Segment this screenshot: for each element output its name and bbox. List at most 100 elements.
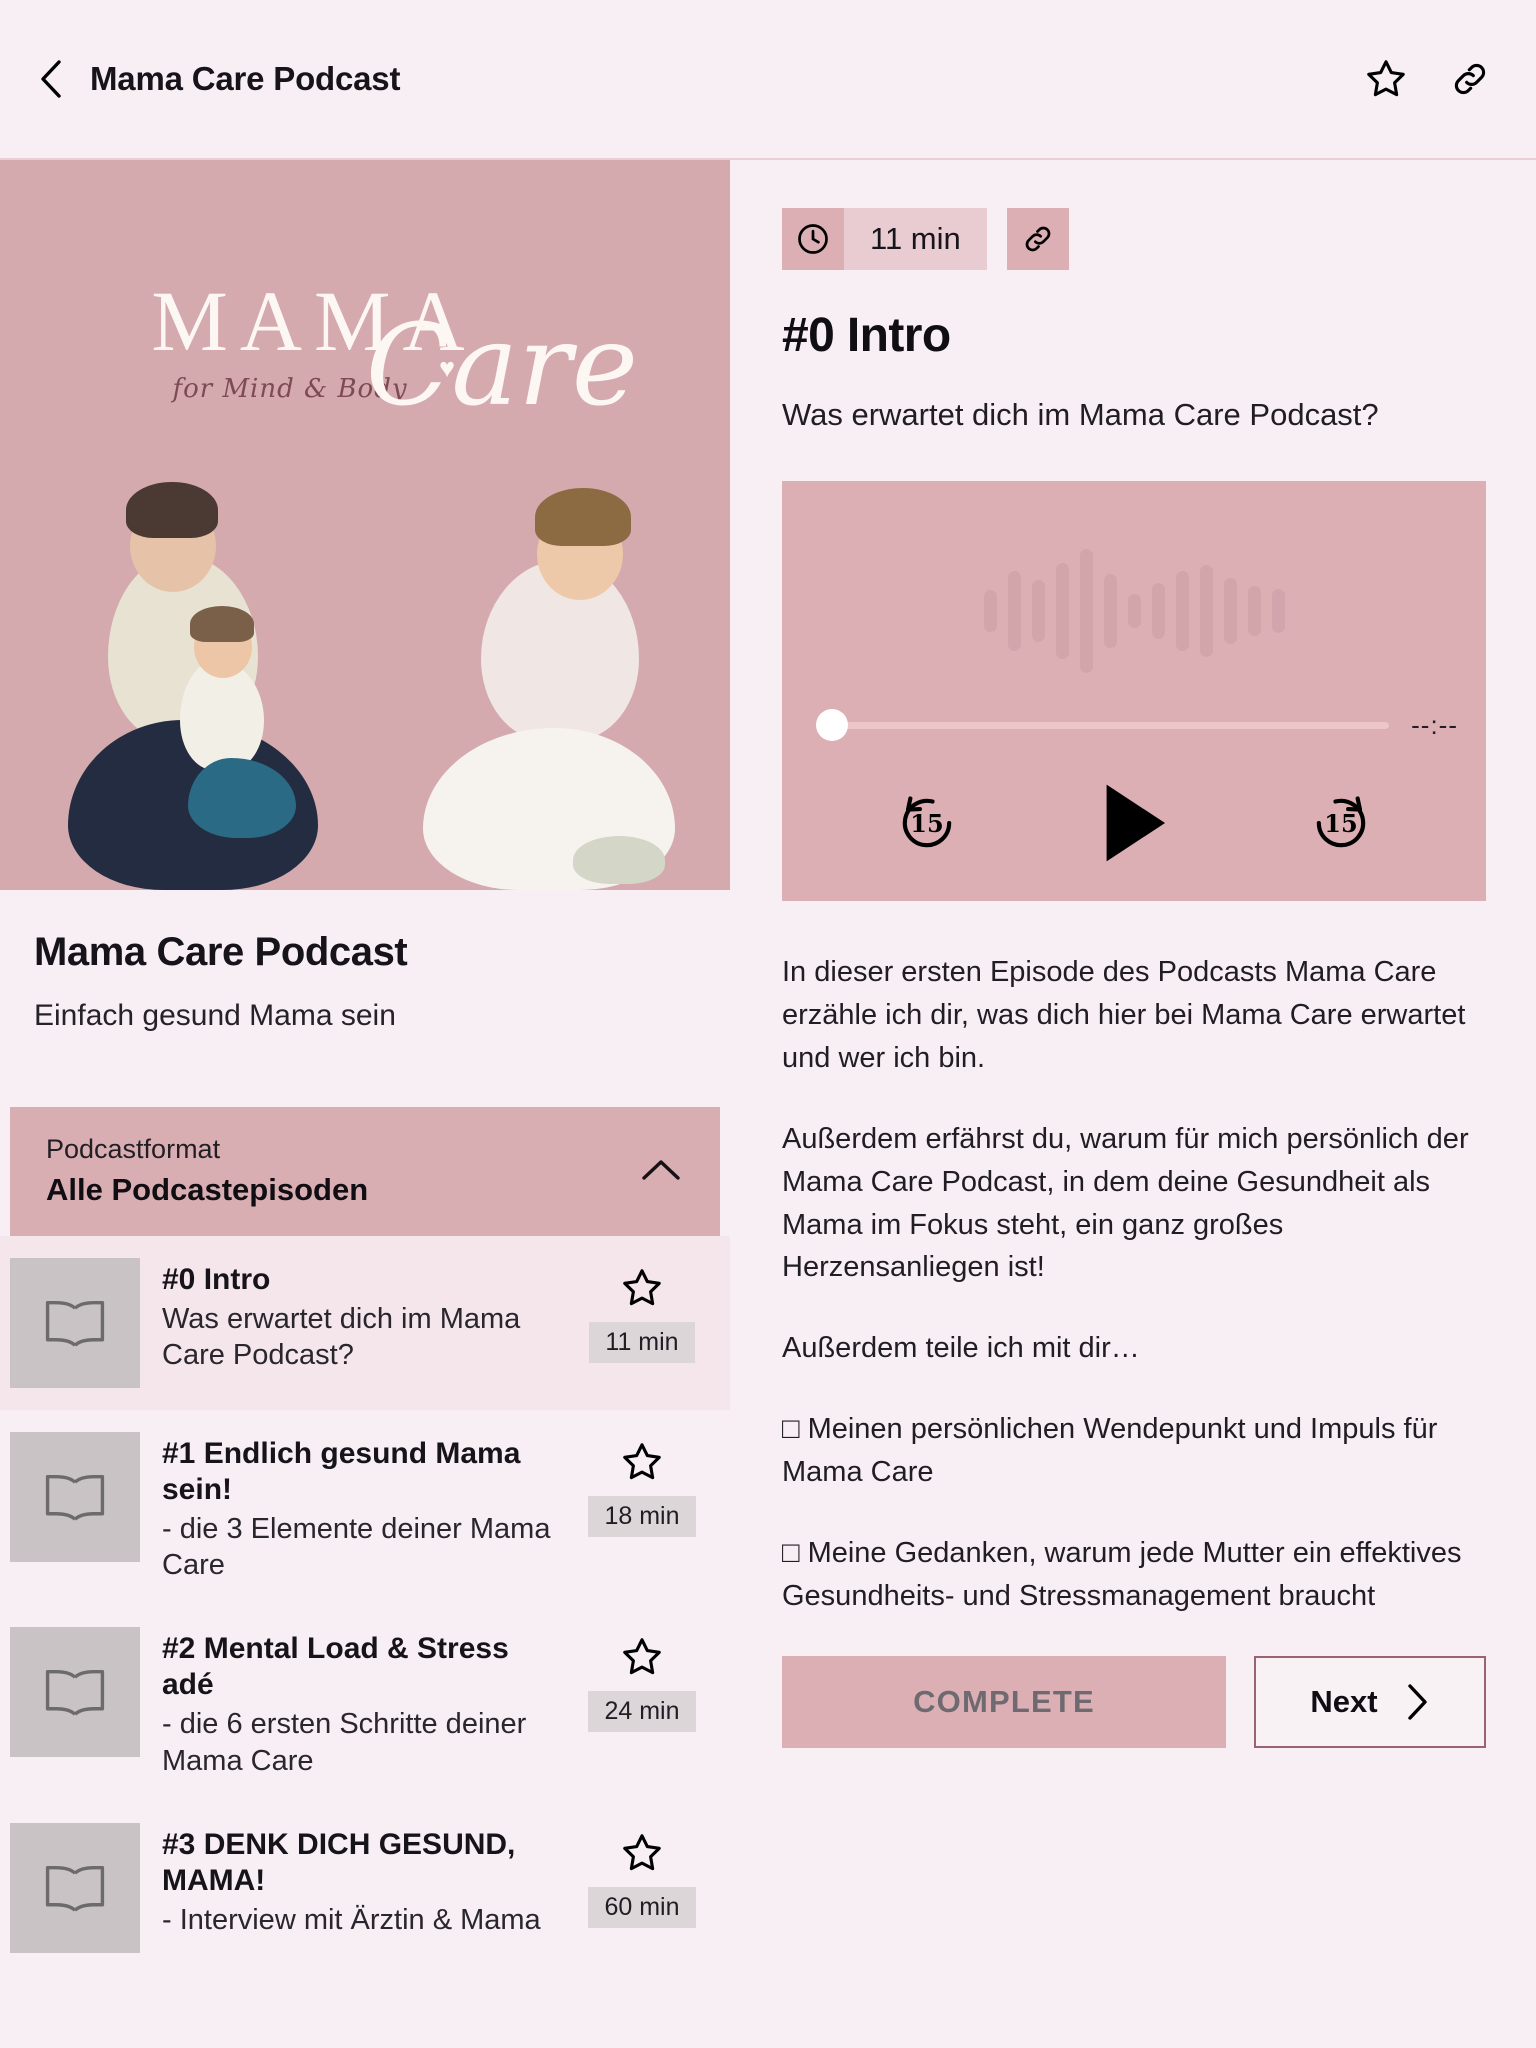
top-bar-right-group [1364, 57, 1492, 101]
podcast-format-label: Podcastformat [46, 1134, 221, 1164]
elapsed-time: --:-- [1411, 709, 1458, 740]
back-button[interactable] [34, 60, 68, 98]
star-outline-icon [1367, 60, 1405, 97]
episode-description-text: - die 6 ersten Schritte deiner Mama Care [162, 1708, 527, 1777]
episode-meta: 18 min [582, 1432, 702, 1537]
podcast-header: Mama Care Podcast Einfach gesund Mama se… [0, 890, 730, 1041]
seek-bar[interactable] [816, 709, 1390, 741]
copy-link-button[interactable] [1448, 57, 1492, 101]
podcast-format-select[interactable]: Podcastformat Alle Podcastepisoden [10, 1107, 720, 1236]
episode-description-text: - die 3 Elemente deiner Mama Care [162, 1512, 551, 1581]
episode-list-item[interactable]: #1 Endlich gesund Mama sein! - die 3 Ele… [0, 1410, 730, 1606]
rewind-15-button[interactable]: 15 [887, 783, 967, 863]
star-outline-icon [623, 1833, 661, 1870]
description-paragraph: In dieser ersten Episode des Podcasts Ma… [782, 956, 1466, 1074]
episode-detail-panel: 11 min #0 Intro Was erwartet dich im Mam… [730, 160, 1536, 2048]
episode-meta: 11 min [582, 1258, 702, 1363]
podcast-sidebar: MAMA for Mind & Body Care ♥ Mama Care Po… [0, 160, 730, 2048]
episode-text: #1 Endlich gesund Mama sein! - die 3 Ele… [162, 1432, 560, 1584]
cover-photo [0, 470, 730, 890]
next-button[interactable]: Next [1254, 1655, 1486, 1748]
waveform-bar [1199, 565, 1213, 657]
description-paragraph: □ Meinen persönlichen Wendepunkt und Imp… [782, 1413, 1438, 1489]
episode-duration-badge: 24 min [588, 1691, 696, 1733]
play-button[interactable] [1097, 781, 1171, 865]
waveform-bar [1079, 549, 1093, 673]
waveform-bar [1151, 583, 1165, 639]
podcast-format-texts: Podcastformat Alle Podcastepisoden [46, 1133, 638, 1208]
episode-title: #3 DENK DICH GESUND, MAMA! [162, 1827, 516, 1897]
seek-row: --:-- [816, 709, 1458, 741]
top-app-bar: Mama Care Podcast [0, 0, 1536, 160]
episode-favorite-button[interactable] [620, 1266, 664, 1310]
waveform-bar [1007, 571, 1021, 651]
episode-duration-badge: 11 min [589, 1321, 695, 1363]
player-controls: 15 15 [782, 781, 1486, 865]
waveform-visual [782, 541, 1486, 681]
forward-15-label: 15 [1324, 808, 1358, 838]
chevron-up-icon [642, 1160, 680, 1181]
collapse-toggle[interactable] [638, 1147, 684, 1193]
episode-text: #0 Intro Was erwartet dich im Mama Care … [162, 1258, 560, 1374]
link-icon [1025, 226, 1051, 252]
episode-list-item[interactable]: #3 DENK DICH GESUND, MAMA! - Interview m… [0, 1801, 730, 1975]
star-outline-icon [623, 1638, 661, 1675]
episode-description-text: Was erwartet dich im Mama Care Podcast? [162, 1302, 521, 1371]
episode-text: #3 DENK DICH GESUND, MAMA! - Interview m… [162, 1823, 560, 1938]
duration-chip: 11 min [782, 208, 987, 270]
waveform-bar [983, 590, 997, 632]
waveform-bar [1031, 580, 1045, 642]
cover-figure-left [60, 482, 330, 890]
episode-thumbnail [10, 1257, 140, 1388]
episode-description: In dieser ersten Episode des Podcasts Ma… [782, 951, 1486, 1618]
episode-title: #2 Mental Load & Stress adé [162, 1632, 509, 1702]
chevron-right-icon [1407, 1684, 1427, 1720]
seek-thumb[interactable] [816, 709, 848, 741]
book-icon [45, 1865, 105, 1912]
episode-duration-badge: 18 min [588, 1495, 696, 1537]
episode-thumbnail [10, 1431, 140, 1562]
episode-list-item[interactable]: #2 Mental Load & Stress adé - die 6 erst… [0, 1605, 730, 1801]
episode-favorite-button[interactable] [620, 1831, 664, 1875]
waveform-bar [1103, 574, 1117, 648]
episode-meta: 60 min [582, 1823, 702, 1928]
action-button-row: COMPLETE Next [782, 1655, 1486, 1748]
play-icon [1106, 784, 1166, 862]
description-paragraph: Außerdem erfährst du, warum für mich per… [782, 1122, 1469, 1284]
cover-logo-script: Care [365, 301, 638, 431]
forward-15-button[interactable]: 15 [1301, 783, 1381, 863]
episode-favorite-button[interactable] [620, 1440, 664, 1484]
rewind-15-label: 15 [910, 808, 944, 838]
episode-duration-badge: 60 min [588, 1886, 696, 1928]
episode-thumbnail [10, 1627, 140, 1758]
chevron-left-icon [41, 60, 61, 98]
complete-button[interactable]: COMPLETE [782, 1655, 1226, 1748]
episode-title: #0 Intro [162, 1262, 271, 1296]
clock-icon [798, 224, 828, 254]
episode-description-text: - Interview mit Ärztin & Mama [162, 1903, 541, 1936]
heart-icon: ♥ [438, 353, 455, 383]
episode-subheading: Was erwartet dich im Mama Care Podcast? [782, 397, 1379, 432]
episode-thumbnail [10, 1822, 140, 1953]
detail-copy-link-button[interactable] [1006, 208, 1069, 270]
episode-title: #1 Endlich gesund Mama sein! [162, 1436, 521, 1506]
book-icon [45, 1300, 105, 1347]
audio-player: --:-- 15 15 [782, 481, 1486, 901]
page-title: Mama Care Podcast [90, 60, 401, 97]
episode-favorite-button[interactable] [620, 1635, 664, 1679]
podcast-title: Mama Care Podcast [34, 930, 408, 974]
star-outline-icon [623, 1268, 661, 1305]
waveform-bar [1247, 586, 1261, 636]
episode-heading: #0 Intro [782, 309, 951, 362]
next-button-label: Next [1310, 1683, 1378, 1719]
duration-text: 11 min [844, 208, 987, 270]
seek-track [830, 721, 1390, 729]
podcast-format-value: Alle Podcastepisoden [46, 1171, 369, 1207]
top-bar-left-group: Mama Care Podcast [34, 60, 1364, 98]
episode-text: #2 Mental Load & Stress adé - die 6 erst… [162, 1627, 560, 1779]
waveform-bar [1055, 563, 1069, 659]
waveform-bar [1271, 589, 1285, 633]
favorite-button[interactable] [1364, 57, 1408, 101]
star-outline-icon [623, 1442, 661, 1479]
episode-list-item[interactable]: #0 Intro Was erwartet dich im Mama Care … [0, 1235, 730, 1410]
